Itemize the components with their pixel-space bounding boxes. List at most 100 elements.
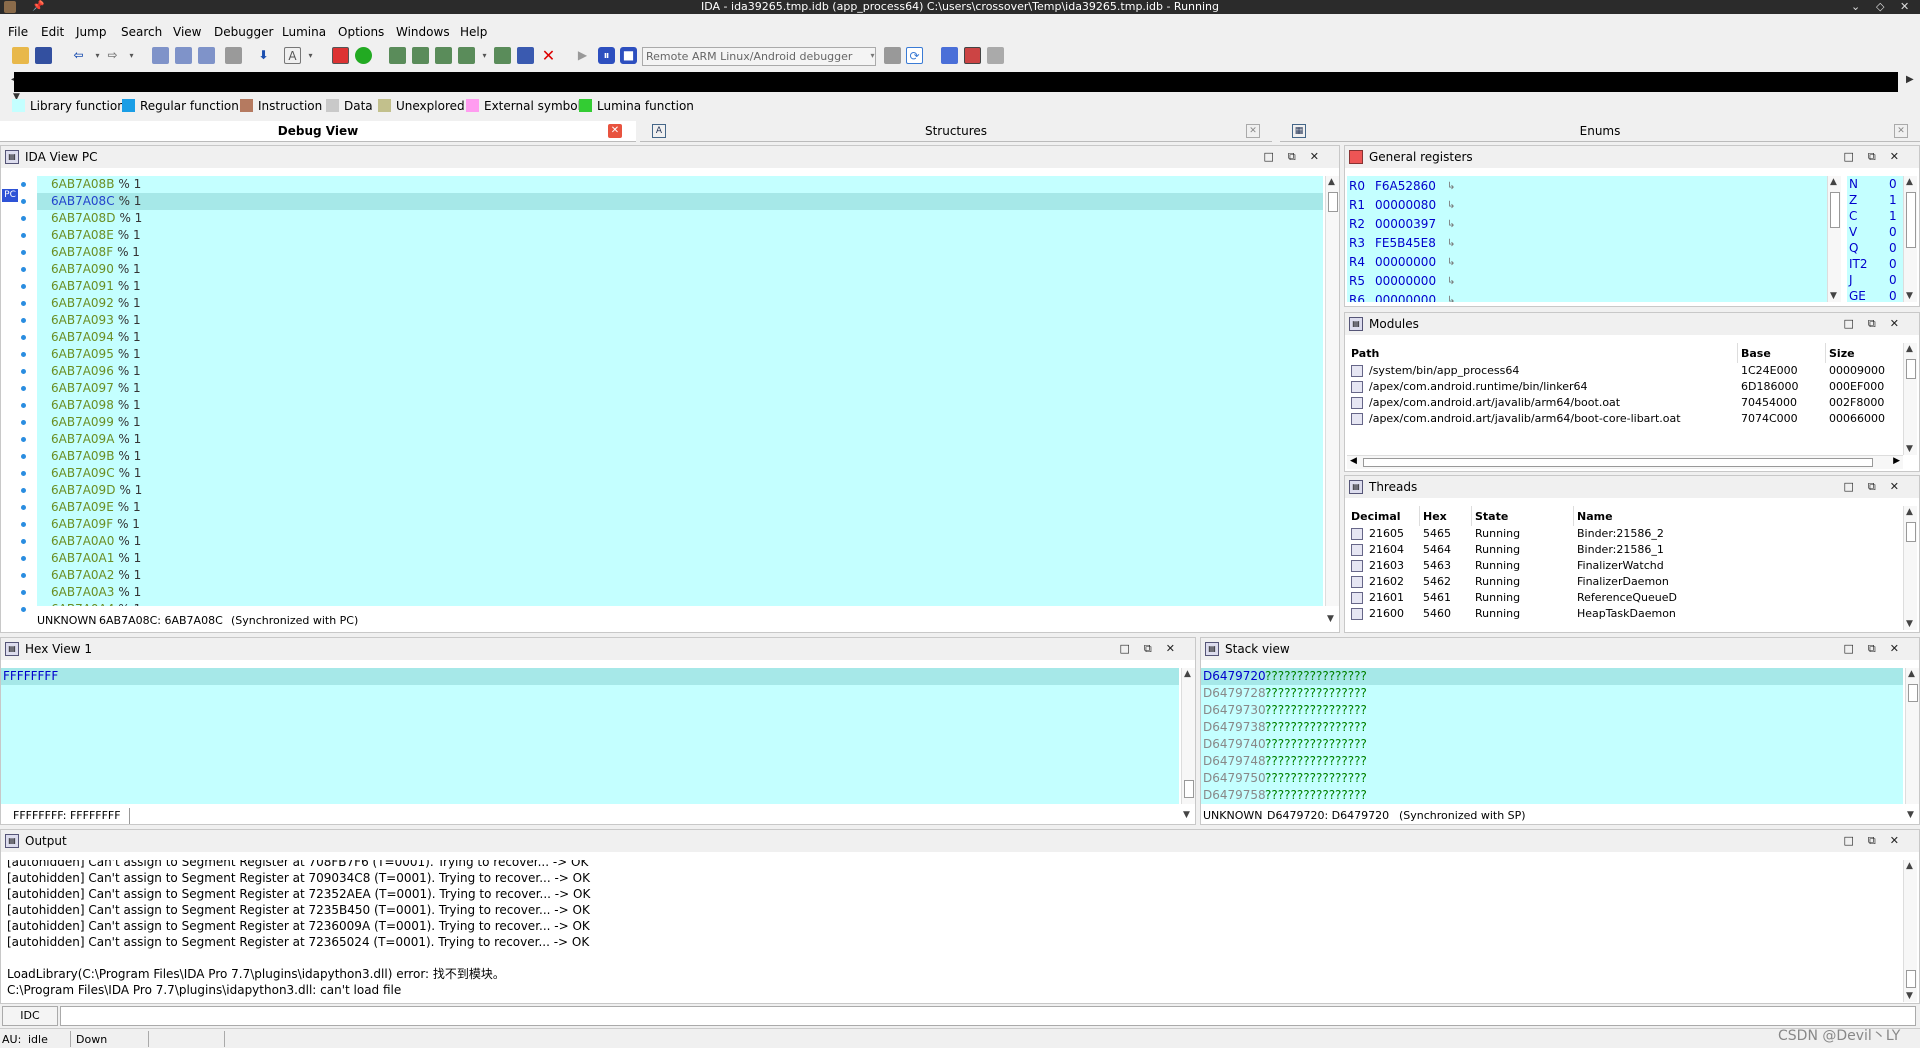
open-icon[interactable] (12, 47, 29, 64)
registers-scrollbar[interactable]: ▲ ▼ (1827, 176, 1841, 302)
disasm-row[interactable]: 6AB7A0A4 % 1 (51, 601, 141, 606)
close-window-icon[interactable]: ✕ (1900, 0, 1909, 14)
scroll-thumb[interactable] (1906, 359, 1916, 379)
table-row[interactable]: /apex/com.android.art/javalib/arm64/boot… (1347, 411, 1903, 427)
breakpoint-bullet[interactable] (21, 199, 26, 204)
scroll-up-icon[interactable]: ▲ (1830, 177, 1837, 187)
table-row[interactable]: 21604 5464 Running Binder:21586_1 (1347, 542, 1903, 558)
register-value[interactable]: 00000397 (1375, 216, 1436, 233)
close-tab-icon[interactable]: ✕ (1894, 124, 1908, 138)
menu-options[interactable]: Options (338, 25, 384, 39)
threads-table[interactable]: Decimal Hex State Name 21605 5465 Running B… (1347, 506, 1903, 630)
hex-scrollbar[interactable]: ▲ (1181, 668, 1195, 804)
disasm-row[interactable]: 6AB7A0A2% 1 (51, 567, 141, 584)
debugger-select[interactable]: Remote ARM Linux/Android debugger (642, 47, 876, 66)
hex-row-selected[interactable] (1, 668, 1179, 685)
column-header-size[interactable]: Size (1829, 345, 1855, 363)
table-row[interactable]: 21605 5465 Running Binder:21586_2 (1347, 526, 1903, 542)
disasm-row[interactable]: 6AB7A090% 1 (51, 261, 141, 278)
table-row[interactable]: /apex/com.android.art/javalib/arm64/boot… (1347, 395, 1903, 411)
breakpoint-bullet[interactable] (21, 284, 26, 289)
forward-dropdown-icon[interactable]: ▾ (123, 47, 140, 64)
register-list[interactable]: R0 F6A52860 ↳ R1 00000080 ↳ R2 00000397 ↳ R3 FE5B4… (1347, 176, 1827, 302)
output-scrollbar[interactable]: ▲ ▼ (1903, 860, 1917, 1002)
command-input[interactable] (60, 1006, 1916, 1026)
scroll-right-icon[interactable]: ▶ (1893, 456, 1900, 466)
breakpoint-icon[interactable] (494, 47, 511, 64)
breakpoint-bullet[interactable] (21, 250, 26, 255)
stack-list[interactable]: D6479720???????????????? D6479728????????… (1201, 668, 1903, 804)
disasm-row[interactable]: 6AB7A0A3% 1 (51, 584, 141, 601)
column-header-base[interactable]: Base (1741, 345, 1771, 363)
menu-view[interactable]: View (173, 25, 201, 39)
tab-structures[interactable]: A Structures ✕ (640, 121, 1272, 142)
register-value[interactable]: F6A52860 (1375, 178, 1436, 195)
flag-value[interactable]: 0 (1889, 272, 1897, 289)
scroll-thumb[interactable] (1363, 458, 1873, 467)
breakpoint-bullet[interactable] (21, 301, 26, 306)
scroll-up-icon[interactable]: ▲ (1906, 861, 1913, 871)
breakpoint-bullet[interactable] (21, 318, 26, 323)
continue-icon[interactable]: ▶ (574, 47, 591, 64)
stack-scrollbar[interactable]: ▲ (1905, 668, 1919, 804)
register-value[interactable]: FE5B45E8 (1375, 235, 1436, 252)
scroll-thumb[interactable] (1830, 192, 1840, 228)
breakpoint-bullet[interactable] (21, 488, 26, 493)
menu-windows[interactable]: Windows (396, 25, 450, 39)
stack-address[interactable]: D6479738 (1203, 719, 1266, 736)
panel-controls[interactable]: □⧉✕ (1844, 476, 1913, 498)
disasm-row[interactable]: 6AB7A09F% 1 (51, 516, 140, 533)
column-header-decimal[interactable]: Decimal (1351, 508, 1401, 526)
stop-icon[interactable]: ✕ (540, 47, 557, 64)
disasm-row[interactable]: 6AB7A09E% 1 (51, 499, 141, 516)
table-row[interactable]: 21602 5462 Running FinalizerDaemon (1347, 574, 1903, 590)
menu-file[interactable]: File (8, 25, 28, 39)
text-format-icon[interactable]: A (284, 47, 301, 64)
jump-to-icon[interactable]: ↳ (1447, 292, 1455, 302)
scroll-down-icon[interactable]: ▼ (1183, 810, 1190, 820)
flags-list[interactable]: N 0 Z 1 C 1 V 0 Q 0 IT2 0 J 0 GE 0 (1847, 176, 1903, 302)
disasm-row[interactable]: 6AB7A091% 1 (51, 278, 141, 295)
disasm-row[interactable]: 6AB7A0A1% 1 (51, 550, 141, 567)
output-log[interactable]: [autohidden] Can't assign to Segment Reg… (7, 860, 1897, 1002)
stack-address[interactable]: D6479720 (1203, 668, 1266, 685)
disasm-row[interactable]: 6AB7A0A0% 1 (51, 533, 141, 550)
disasm-row[interactable]: 6AB7A08F% 1 (51, 244, 140, 261)
scroll-thumb[interactable] (1906, 192, 1916, 248)
disassembly-listing[interactable]: 6AB7A08B% 1 6AB7A08C% 1 6AB7A08D% 1 6AB7A08… (37, 176, 1323, 606)
breakpoint-bullet[interactable] (21, 216, 26, 221)
nav-right-arrow-icon[interactable]: ▶ (1906, 74, 1914, 85)
menu-search[interactable]: Search (121, 25, 162, 39)
breakpoint-bullet[interactable] (21, 454, 26, 459)
breakpoint-bullet[interactable] (21, 607, 26, 612)
breakpoint-bullet[interactable] (21, 437, 26, 442)
run-to-cursor-icon[interactable] (435, 47, 452, 64)
disasm-row[interactable]: 6AB7A08B% 1 (51, 176, 141, 193)
attach-icon[interactable] (517, 47, 534, 64)
modules-scrollbar[interactable]: ▲ ▼ (1903, 343, 1917, 455)
flag-value[interactable]: 1 (1889, 192, 1897, 209)
navigation-band[interactable] (14, 72, 1898, 92)
stack-address[interactable]: D6479730 (1203, 702, 1266, 719)
terminate-icon[interactable]: ■ (620, 47, 637, 64)
hex-dump[interactable]: FFFFFFFF (1, 668, 1179, 804)
scroll-down-icon[interactable]: ▼ (1906, 444, 1913, 454)
scroll-up-icon[interactable]: ▲ (1328, 177, 1335, 187)
breakpoint-bullet[interactable] (21, 403, 26, 408)
stack-address[interactable]: D6479728 (1203, 685, 1266, 702)
ida-view-scrollbar[interactable]: ▲ (1325, 176, 1339, 606)
disasm-row[interactable]: 6AB7A098% 1 (51, 397, 141, 414)
register-value[interactable]: 00000000 (1375, 254, 1436, 271)
panel-controls[interactable]: □⧉✕ (1844, 638, 1913, 660)
column-header-name[interactable]: Name (1577, 508, 1613, 526)
jump-to-icon[interactable]: ↳ (1447, 197, 1455, 214)
breakpoint-bullet[interactable] (21, 386, 26, 391)
breakpoint-bullet[interactable] (21, 556, 26, 561)
restore-icon[interactable]: ◇ (1876, 0, 1884, 14)
stack-address[interactable]: D6479748 (1203, 753, 1266, 770)
scroll-thumb[interactable] (1328, 192, 1338, 212)
modules-table[interactable]: Path Base Size /system/bin/app_process64… (1347, 343, 1903, 455)
disasm-row[interactable]: 6AB7A09A% 1 (51, 431, 141, 448)
register-value[interactable]: 00000080 (1375, 197, 1436, 214)
debugger-dropdown-icon[interactable]: ▾ (864, 47, 881, 64)
